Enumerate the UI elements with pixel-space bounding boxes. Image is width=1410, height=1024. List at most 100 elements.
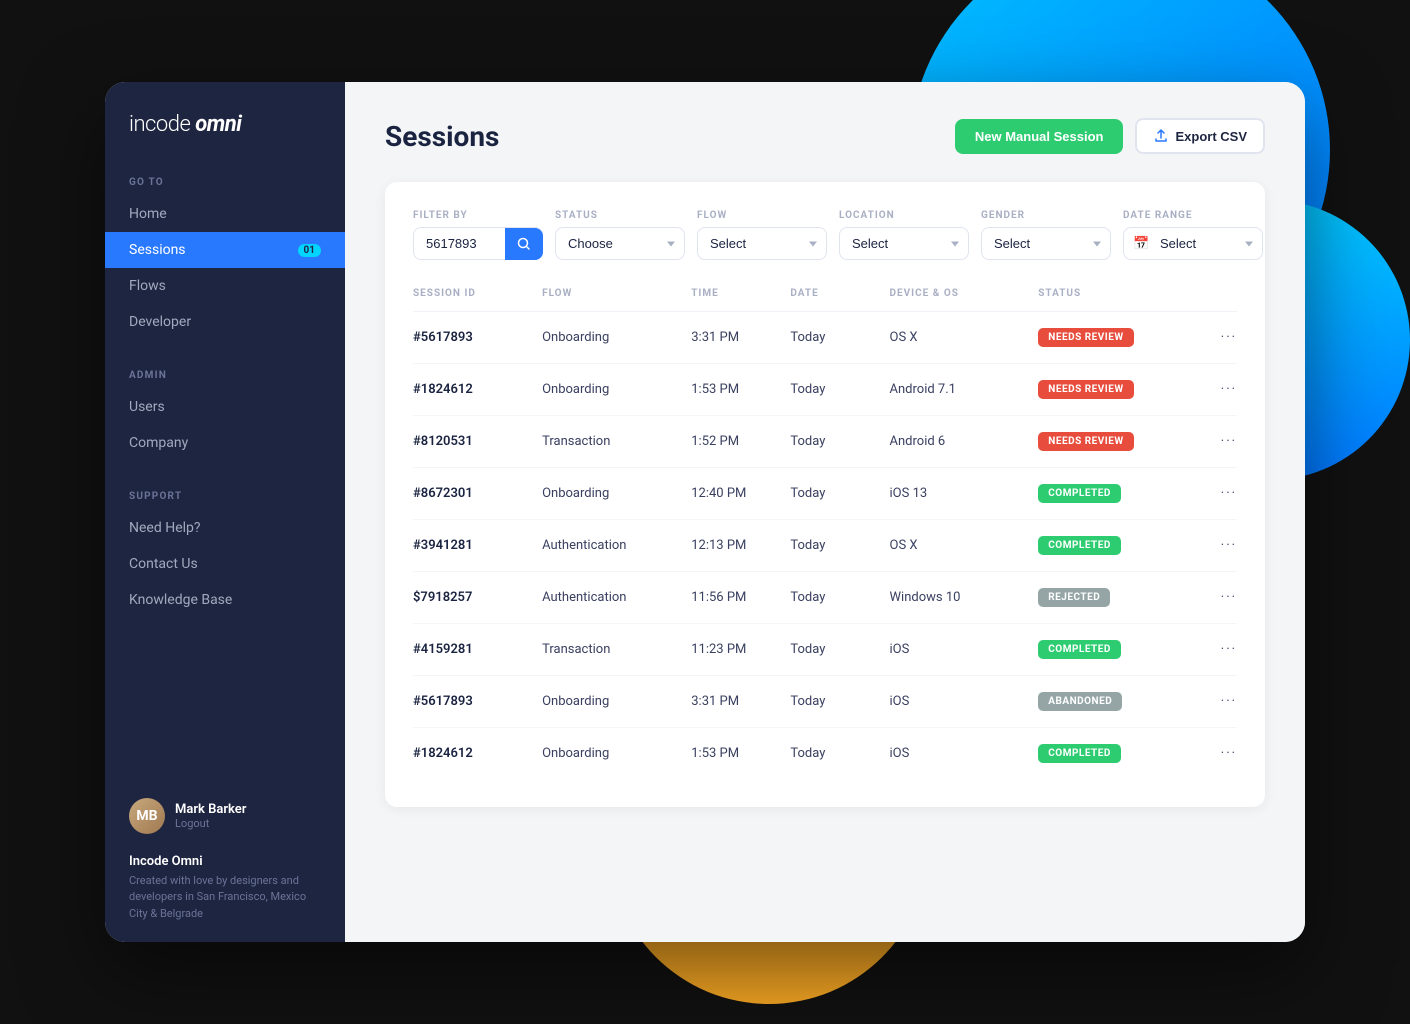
logo-omni: omni — [195, 112, 241, 137]
cell-session-id: #5617893 — [413, 676, 542, 728]
cell-flow: Onboarding — [542, 676, 691, 728]
sidebar-item-label-developer: Developer — [129, 314, 191, 330]
sidebar-item-sessions[interactable]: Sessions 01 — [105, 232, 345, 268]
filter-flow-select[interactable]: Select Onboarding Transaction Authentica… — [697, 227, 827, 260]
user-row: MB Mark Barker Logout — [129, 798, 321, 834]
cell-actions[interactable]: ··· — [1187, 676, 1237, 728]
filter-gender-wrap: Select Male Female Other — [981, 227, 1111, 260]
cell-date: Today — [790, 416, 889, 468]
cell-session-id: #1824612 — [413, 364, 542, 416]
table-row[interactable]: #8672301 Onboarding 12:40 PM Today iOS 1… — [413, 468, 1237, 520]
cell-device-os: OS X — [890, 312, 1039, 364]
cell-status: ABANDONED — [1038, 676, 1187, 728]
sidebar-label-support: SUPPORT — [105, 481, 345, 510]
page-title: Sessions — [385, 120, 499, 153]
filter-gender-select[interactable]: Select Male Female Other — [981, 227, 1111, 260]
logo-area: incode omni — [105, 112, 345, 167]
sessions-badge: 01 — [298, 244, 321, 257]
filter-input-wrap — [413, 227, 543, 260]
table-row[interactable]: #5617893 Onboarding 3:31 PM Today iOS AB… — [413, 676, 1237, 728]
avatar: MB — [129, 798, 165, 834]
filter-label-location: LOCATION — [839, 210, 969, 221]
cell-session-id: #8672301 — [413, 468, 542, 520]
export-csv-button[interactable]: Export CSV — [1135, 118, 1265, 154]
filter-label-filterby: FILTER BY — [413, 210, 543, 221]
sidebar-item-home[interactable]: Home — [105, 196, 345, 232]
cell-actions[interactable]: ··· — [1187, 312, 1237, 364]
cell-date: Today — [790, 520, 889, 572]
table-row[interactable]: #1824612 Onboarding 1:53 PM Today iOS CO… — [413, 728, 1237, 780]
logo: incode omni — [129, 112, 321, 137]
table-row[interactable]: #1824612 Onboarding 1:53 PM Today Androi… — [413, 364, 1237, 416]
filter-label-flow: FLOW — [697, 210, 827, 221]
status-badge: COMPLETED — [1038, 484, 1121, 503]
sidebar-item-need-help[interactable]: Need Help? — [105, 510, 345, 546]
cell-flow: Authentication — [542, 572, 691, 624]
cell-flow: Transaction — [542, 624, 691, 676]
cell-device-os: Android 7.1 — [890, 364, 1039, 416]
sidebar-item-label-home: Home — [129, 206, 167, 222]
filter-search-button[interactable] — [505, 228, 543, 260]
cell-device-os: Windows 10 — [890, 572, 1039, 624]
sidebar-item-users[interactable]: Users — [105, 389, 345, 425]
table-row[interactable]: $7918257 Authentication 11:56 PM Today W… — [413, 572, 1237, 624]
sidebar-item-label-need-help: Need Help? — [129, 520, 201, 536]
th-session-id: SESSION ID — [413, 288, 542, 312]
sidebar-item-knowledge-base[interactable]: Knowledge Base — [105, 582, 345, 618]
new-manual-session-button[interactable]: New Manual Session — [955, 119, 1124, 154]
status-badge: COMPLETED — [1038, 640, 1121, 659]
table-row[interactable]: #8120531 Transaction 1:52 PM Today Andro… — [413, 416, 1237, 468]
filter-group-location: LOCATION Select USA Mexico Serbia — [839, 210, 969, 260]
cell-actions[interactable]: ··· — [1187, 520, 1237, 572]
sidebar-item-label-sessions: Sessions — [129, 242, 186, 258]
cell-device-os: Android 6 — [890, 416, 1039, 468]
export-csv-label: Export CSV — [1175, 129, 1247, 144]
cell-session-id: #3941281 — [413, 520, 542, 572]
cell-session-id: #1824612 — [413, 728, 542, 780]
cell-actions[interactable]: ··· — [1187, 416, 1237, 468]
sidebar-item-flows[interactable]: Flows — [105, 268, 345, 304]
th-actions — [1187, 288, 1237, 312]
filter-daterange-select[interactable]: Select Today Last 7 Days Last 30 Days — [1123, 227, 1263, 260]
table-row[interactable]: #5617893 Onboarding 3:31 PM Today OS X N… — [413, 312, 1237, 364]
cell-time: 12:13 PM — [691, 520, 790, 572]
cell-actions[interactable]: ··· — [1187, 728, 1237, 780]
background: incode omni GO TO Home Sessions 01 Flows… — [0, 0, 1410, 1024]
cell-flow: Onboarding — [542, 364, 691, 416]
cell-time: 1:53 PM — [691, 728, 790, 780]
app-tagline: Created with love by designers and devel… — [129, 873, 321, 923]
filter-status-select[interactable]: Choose Approved Rejected Needs Review Co… — [555, 227, 685, 260]
sessions-card: FILTER BY STATUS — [385, 182, 1265, 807]
th-date: DATE — [790, 288, 889, 312]
table-row[interactable]: #3941281 Authentication 12:13 PM Today O… — [413, 520, 1237, 572]
sidebar-item-contact-us[interactable]: Contact Us — [105, 546, 345, 582]
app-name: Incode Omni — [129, 854, 321, 869]
filter-location-wrap: Select USA Mexico Serbia — [839, 227, 969, 260]
sidebar-item-company[interactable]: Company — [105, 425, 345, 461]
sessions-table: SESSION ID FLOW TIME DATE DEVICE & OS ST… — [413, 288, 1237, 779]
cell-time: 11:56 PM — [691, 572, 790, 624]
cell-date: Today — [790, 676, 889, 728]
filter-group-filterby: FILTER BY — [413, 210, 543, 260]
filter-group-flow: FLOW Select Onboarding Transaction Authe… — [697, 210, 827, 260]
page-header: Sessions New Manual Session Export CSV — [385, 118, 1265, 154]
sidebar-item-developer[interactable]: Developer — [105, 304, 345, 340]
sidebar-item-label-contact-us: Contact Us — [129, 556, 198, 572]
cell-flow: Transaction — [542, 416, 691, 468]
filter-label-status: STATUS — [555, 210, 685, 221]
cell-actions[interactable]: ··· — [1187, 572, 1237, 624]
cell-actions[interactable]: ··· — [1187, 364, 1237, 416]
cell-status: NEEDS REVIEW — [1038, 364, 1187, 416]
upload-icon — [1153, 128, 1169, 144]
logout-link[interactable]: Logout — [175, 817, 246, 830]
cell-date: Today — [790, 364, 889, 416]
filter-location-select[interactable]: Select USA Mexico Serbia — [839, 227, 969, 260]
logo-incode: incode — [129, 112, 190, 137]
table-row[interactable]: #4159281 Transaction 11:23 PM Today iOS … — [413, 624, 1237, 676]
table-header: SESSION ID FLOW TIME DATE DEVICE & OS ST… — [413, 288, 1237, 312]
cell-actions[interactable]: ··· — [1187, 624, 1237, 676]
filter-label-gender: GENDER — [981, 210, 1111, 221]
cell-actions[interactable]: ··· — [1187, 468, 1237, 520]
search-icon — [517, 237, 531, 251]
table-header-row: SESSION ID FLOW TIME DATE DEVICE & OS ST… — [413, 288, 1237, 312]
